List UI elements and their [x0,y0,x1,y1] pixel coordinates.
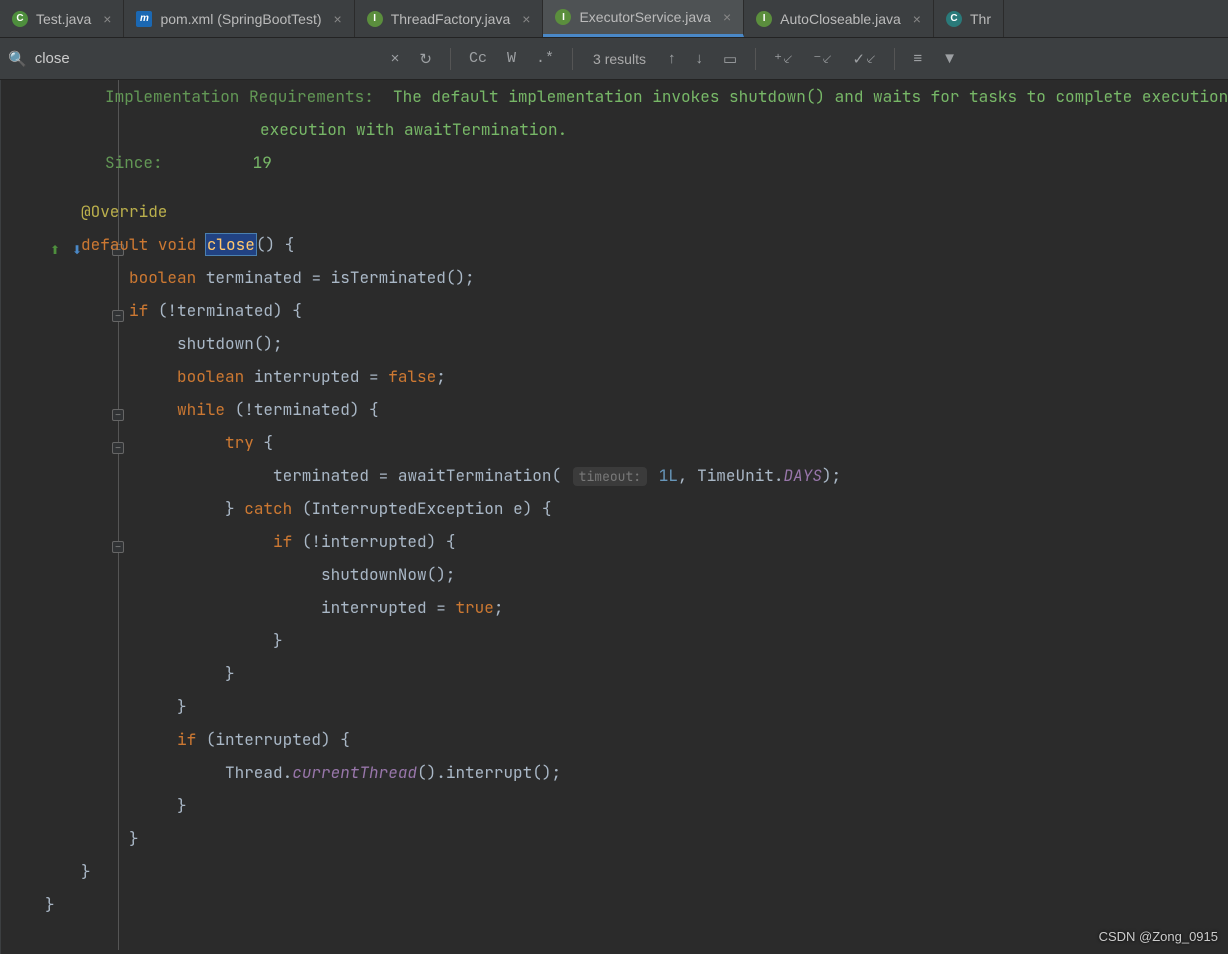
tab-overflow[interactable]: CThr [934,0,1004,37]
close-icon[interactable]: × [103,11,111,27]
tab-autocloseable[interactable]: IAutoCloseable.java× [744,0,934,37]
code-line: interrupted = true; [45,591,1228,624]
maven-icon: m [136,11,152,27]
interface-icon: I [367,11,383,27]
select-all-icon[interactable]: ▭ [717,46,743,72]
interface-icon: I [756,11,772,27]
code-line: if (interrupted) { [45,723,1228,756]
result-count: 3 results [593,51,646,67]
watermark: CSDN @Zong_0915 [1099,929,1218,944]
code-line: if (!terminated) { [45,294,1228,327]
class-icon: C [12,11,28,27]
class-icon: C [946,11,962,27]
add-selection-icon[interactable]: ⁺⸔ [768,45,799,73]
parameter-hint: timeout: [573,467,647,486]
search-input[interactable] [35,50,377,67]
code-line: boolean terminated = isTerminated(); [45,261,1228,294]
code-line: } catch (InterruptedException e) { [45,492,1228,525]
search-icon: 🔍 [8,50,27,68]
code-line: } [45,822,1228,855]
tab-pom[interactable]: mpom.xml (SpringBootTest)× [124,0,354,37]
javadoc: Since:19 [45,146,1228,179]
interface-icon: I [555,9,571,25]
tab-threadfactory[interactable]: IThreadFactory.java× [355,0,544,37]
filter-icon[interactable]: ▼ [936,46,963,71]
code-line: @Override [45,195,1228,228]
code-area[interactable]: Implementation Requirements: The default… [1,80,1228,954]
find-bar: 🔍 × ↻ Cc W .* 3 results ↑ ↓ ▭ ⁺⸔ ⁻⸔ ✓⸔ ≡… [0,38,1228,80]
close-icon[interactable]: × [522,11,530,27]
history-icon[interactable]: ↻ [413,46,438,72]
select-occurrences-icon[interactable]: ✓⸔ [847,45,883,73]
editor-tabs: CTest.java× mpom.xml (SpringBootTest)× I… [0,0,1228,38]
code-line: if (!interrupted) { [45,525,1228,558]
remove-selection-icon[interactable]: ⁻⸔ [807,45,838,73]
close-icon[interactable]: × [913,11,921,27]
code-line: } [45,690,1228,723]
regex-toggle[interactable]: .* [530,46,560,71]
tab-executorservice[interactable]: IExecutorService.java× [543,0,744,37]
next-match-icon[interactable]: ↓ [689,46,709,71]
code-line: default void close() { [45,228,1228,261]
javadoc: Implementation Requirements: The default… [45,80,1228,113]
words-toggle[interactable]: W [501,46,522,71]
code-line: boolean interrupted = false; [45,360,1228,393]
prev-match-icon[interactable]: ↑ [662,46,682,71]
close-icon[interactable]: × [334,11,342,27]
settings-icon[interactable]: ≡ [907,46,928,71]
tab-test[interactable]: CTest.java× [0,0,124,37]
code-line: while (!terminated) { [45,393,1228,426]
code-line: try { [45,426,1228,459]
code-line: shutdownNow(); [45,558,1228,591]
code-line: Thread.currentThread().interrupt(); [45,756,1228,789]
code-line: } [45,888,1228,921]
code-line: shutdown(); [45,327,1228,360]
code-line: terminated = awaitTermination( timeout: … [45,459,1228,492]
code-line: } [45,624,1228,657]
close-icon[interactable]: × [723,9,731,25]
clear-search-icon[interactable]: × [385,46,406,71]
match-case-toggle[interactable]: Cc [463,46,493,71]
code-line: } [45,789,1228,822]
code-editor[interactable]: 409 410 ⬆ ⬇ 411 412 413 414 415 416 417 … [0,80,1228,954]
code-line: } [45,657,1228,690]
javadoc: execution with awaitTermination. [45,113,1228,146]
code-line: } [45,855,1228,888]
